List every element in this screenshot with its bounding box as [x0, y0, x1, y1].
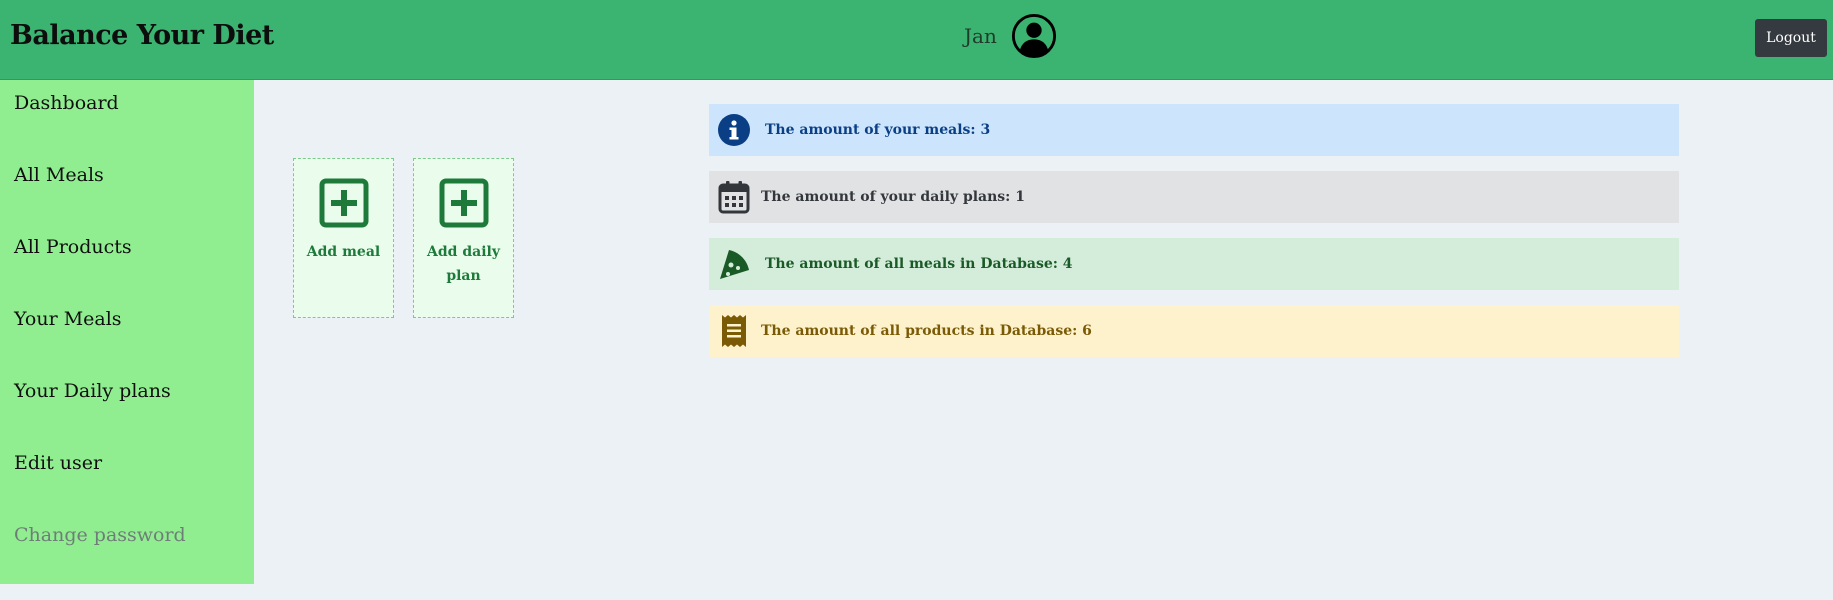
stat-database-meals-text: The amount of all meals in Database: 4: [765, 256, 1073, 272]
sidebar: Dashboard All Meals All Products Your Me…: [0, 80, 254, 584]
receipt-icon: [722, 315, 746, 347]
sidebar-item-edit-user[interactable]: Edit user: [14, 452, 102, 474]
logout-button[interactable]: Logout: [1755, 19, 1827, 57]
sidebar-item-all-meals[interactable]: All Meals: [14, 164, 104, 186]
sidebar-item-your-meals[interactable]: Your Meals: [14, 308, 122, 330]
stat-database-meals: The amount of all meals in Database: 4: [709, 238, 1679, 290]
info-circle-icon: [718, 114, 750, 146]
stat-your-meals-text: The amount of your meals: 3: [765, 122, 991, 138]
stat-database-products: The amount of all products in Database: …: [709, 305, 1679, 357]
stat-your-daily-plans-text: The amount of your daily plans: 1: [761, 189, 1025, 205]
brand-title[interactable]: Balance Your Diet: [10, 20, 274, 51]
user-circle-icon: [1011, 13, 1056, 59]
add-meal-tile[interactable]: Add meal: [293, 158, 394, 318]
add-daily-plan-label: Add daily plan: [427, 244, 500, 284]
add-meal-label: Add meal: [306, 244, 381, 260]
add-daily-plan-tile[interactable]: Add daily plan: [413, 158, 514, 318]
username: Jan: [964, 24, 997, 48]
stat-your-daily-plans: The amount of your daily plans: 1: [709, 171, 1679, 223]
plus-square-icon: [319, 178, 368, 228]
sidebar-item-change-password[interactable]: Change password: [14, 524, 186, 546]
stat-database-products-text: The amount of all products in Database: …: [761, 323, 1092, 339]
user-area: Jan: [964, 13, 1057, 59]
plus-square-icon: [439, 178, 488, 228]
sidebar-item-dashboard[interactable]: Dashboard: [14, 92, 119, 114]
sidebar-item-your-daily-plans[interactable]: Your Daily plans: [14, 380, 171, 402]
calendar-icon: [718, 181, 750, 214]
top-navbar: Balance Your Diet Jan Logout: [0, 0, 1833, 80]
sidebar-item-all-products[interactable]: All Products: [14, 236, 132, 258]
stat-your-meals: The amount of your meals: 3: [709, 104, 1679, 156]
pizza-slice-icon: [720, 250, 749, 279]
